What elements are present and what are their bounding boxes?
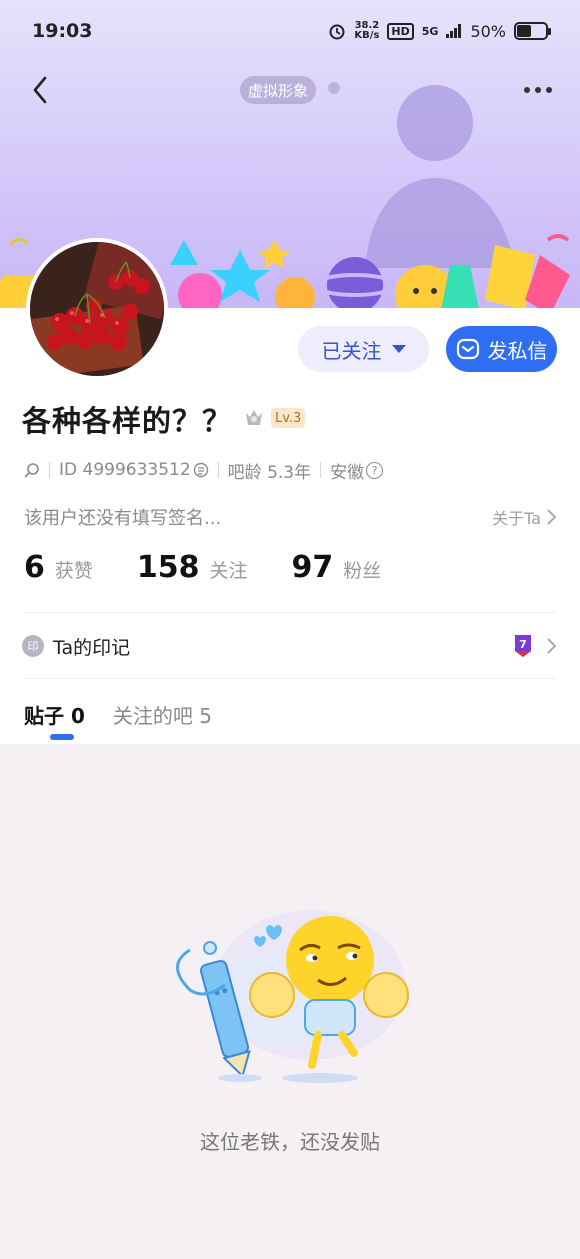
more-options-button[interactable]	[518, 72, 558, 108]
battery-percent: 50%	[470, 21, 506, 41]
stat-likes[interactable]: 6 获赞	[24, 550, 93, 585]
divider	[49, 462, 50, 478]
stat-following[interactable]: 158 关注	[137, 550, 248, 585]
status-bar: 19:03 38.2 KB/s HD 5G 50%	[0, 0, 580, 62]
empty-state-message: 这位老铁，还没发贴	[200, 1130, 380, 1154]
imprint-label: Ta的印记	[53, 636, 131, 659]
network-speed: 38.2 KB/s	[354, 21, 379, 41]
location: 安徽	[330, 462, 365, 483]
envelope-icon	[456, 338, 479, 360]
stat-fans[interactable]: 97 粉丝	[292, 550, 382, 585]
stat-value: 158	[136, 550, 200, 585]
copy-icon[interactable]	[193, 462, 209, 478]
chevron-right-icon	[547, 509, 556, 525]
signature-row: 该用户还没有填写签名... 关于Ta	[24, 504, 556, 530]
signal-icon	[446, 24, 462, 38]
more-dot-icon	[524, 87, 530, 93]
crown-icon	[246, 410, 262, 425]
send-message-label: 发私信	[487, 338, 548, 363]
search-icon[interactable]	[24, 462, 40, 478]
more-dot-icon	[546, 87, 552, 93]
medal-icon: 7	[515, 635, 531, 657]
stat-label: 关注	[209, 560, 248, 582]
alarm-icon	[329, 24, 345, 40]
imprint-row[interactable]: 印 Ta的印记 7	[22, 630, 556, 662]
level-badge[interactable]: Lv.3	[271, 408, 306, 428]
stat-label: 获赞	[54, 560, 93, 582]
send-message-button[interactable]: 发私信	[446, 326, 557, 372]
divider	[217, 462, 219, 478]
empty-state-illustration	[176, 910, 409, 1083]
imprint-icon: 印	[22, 635, 44, 657]
medal-number: 7	[519, 638, 527, 651]
section-divider	[24, 612, 556, 613]
stat-label: 粉丝	[343, 560, 382, 582]
tab-posts[interactable]: 贴子 0	[24, 700, 85, 729]
active-tab-indicator	[50, 734, 74, 740]
caret-down-icon	[391, 345, 406, 353]
help-icon[interactable]: ?	[366, 461, 384, 479]
username: 各种各样的？？	[22, 404, 233, 438]
chip-indicator-dot	[328, 82, 340, 94]
signature-text: 该用户还没有填写签名...	[24, 508, 222, 529]
section-divider	[24, 678, 556, 679]
battery-icon	[514, 22, 551, 40]
chevron-left-icon	[33, 76, 47, 104]
stat-value: 6	[24, 550, 45, 585]
profile-tabs: 贴子 0 关注的吧 5	[24, 694, 212, 734]
tab-followed-forums[interactable]: 关注的吧 5	[113, 700, 212, 729]
following-label: 已关注	[321, 338, 382, 363]
back-button[interactable]	[22, 72, 58, 108]
hd-icon: HD	[387, 22, 414, 40]
chevron-right-icon	[547, 638, 556, 654]
battery-fill	[517, 25, 531, 37]
account-age: 吧龄 5.3年	[227, 462, 312, 483]
about-link[interactable]: 关于Ta	[492, 505, 556, 529]
divider	[320, 462, 322, 478]
user-id: ID 4999633512	[59, 460, 191, 480]
imprint-medals: 7	[511, 633, 556, 659]
following-button[interactable]: 已关注	[298, 326, 429, 372]
network-speed-unit: KB/s	[354, 30, 380, 41]
avatar-image	[30, 242, 164, 376]
status-icons: 38.2 KB/s HD 5G 50%	[328, 21, 551, 41]
top-nav: 虚拟形象	[0, 68, 580, 112]
virtual-avatar-chip[interactable]: 虚拟形象	[240, 76, 317, 104]
user-avatar[interactable]	[26, 238, 168, 380]
profile-stats: 6 获赞 158 关注 97 粉丝	[24, 550, 425, 592]
stat-value: 97	[291, 550, 334, 585]
network-type: 5G	[421, 24, 439, 38]
more-dot-icon	[535, 87, 541, 93]
profile-meta: ID 4999633512 吧龄 5.3年 安徽 ?	[24, 458, 384, 483]
status-time: 19:03	[32, 20, 93, 42]
about-label: 关于Ta	[492, 509, 541, 528]
